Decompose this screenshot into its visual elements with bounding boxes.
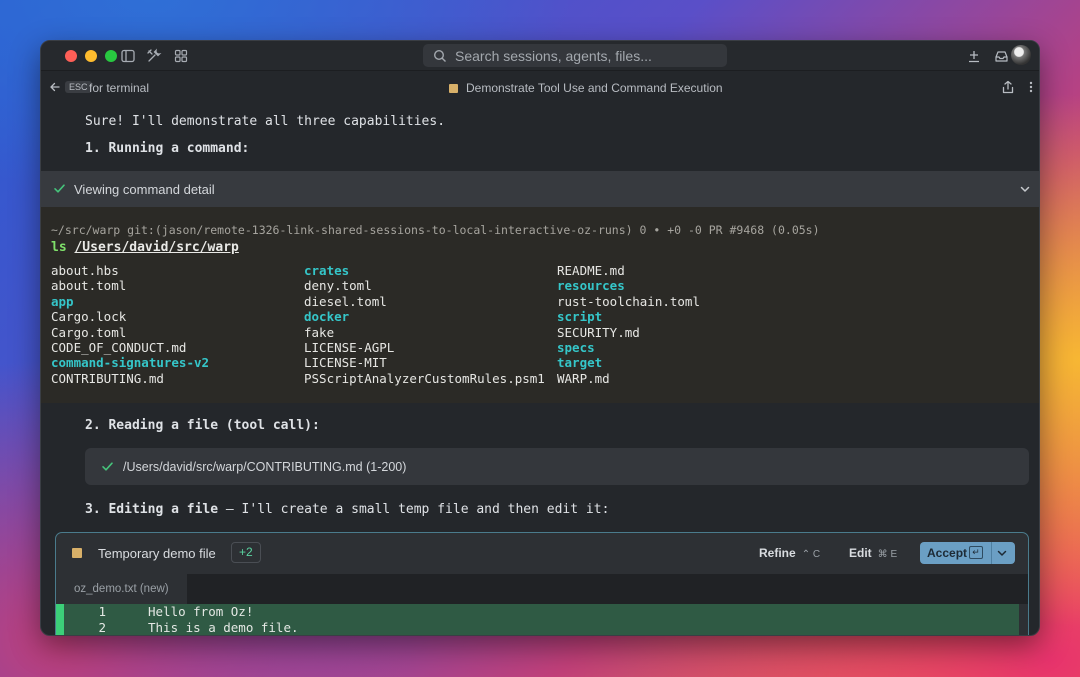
step-3-description: — I'll create a small temp file and then…	[218, 502, 610, 517]
ls-directory-entry[interactable]: resources	[557, 278, 700, 293]
file-status-icon	[72, 548, 82, 558]
sidebar-toggle-icon[interactable]	[120, 48, 136, 64]
step-1-heading: 1. Running a command:	[85, 141, 250, 156]
ls-file-entry[interactable]: PSScriptAnalyzerCustomRules.psm1	[304, 371, 545, 386]
accept-label: Accept	[927, 546, 968, 560]
file-tab[interactable]: oz_demo.txt (new)	[56, 574, 187, 604]
ls-file-entry[interactable]: diesel.toml	[304, 294, 545, 309]
edit-label: Edit	[849, 546, 872, 560]
agent-intro-text: Sure! I'll demonstrate all three capabil…	[85, 114, 446, 129]
avatar[interactable]	[1011, 45, 1031, 65]
edit-button[interactable]: Edit ⌘ E	[849, 546, 897, 560]
step-2-heading: 2. Reading a file (tool call):	[85, 418, 320, 433]
ls-directory-entry[interactable]: crates	[304, 263, 545, 278]
conversation-title: Demonstrate Tool Use and Command Executi…	[449, 81, 723, 95]
ls-file-entry[interactable]: WARP.md	[557, 371, 700, 386]
back-arrow-icon[interactable]	[49, 81, 63, 95]
diff-lines: 1 Hello from Oz! 2 This is a demo file.	[56, 604, 1019, 635]
ls-directory-entry[interactable]: script	[557, 309, 700, 324]
accept-button[interactable]: Accept ↵	[920, 542, 1015, 564]
ls-column-3: README.md resources rust-toolchain.toml scr…	[557, 263, 700, 386]
command-line: ls /Users/david/src/warp	[51, 240, 239, 255]
added-lines-badge: +2	[231, 542, 261, 563]
diff-added-line: 2 This is a demo file.	[56, 619, 1019, 635]
added-line-gutter	[56, 619, 64, 635]
refine-button[interactable]: Refine ⌃ C	[759, 546, 820, 560]
ls-file-entry[interactable]: LICENSE-AGPL	[304, 340, 545, 355]
ls-directory-entry[interactable]: docker	[304, 309, 545, 324]
share-icon[interactable]	[1001, 80, 1015, 97]
command-path[interactable]: /Users/david/src/warp	[74, 240, 238, 255]
conversation-title-text: Demonstrate Tool Use and Command Executi…	[466, 81, 723, 95]
close-window-button[interactable]	[65, 50, 77, 62]
zoom-window-button[interactable]	[105, 50, 117, 62]
inbox-icon[interactable]	[990, 45, 1012, 67]
diff-file-tabs: oz_demo.txt (new)	[56, 574, 1028, 604]
ls-file-entry[interactable]: about.toml	[51, 278, 209, 293]
grid-icon[interactable]	[173, 48, 189, 64]
check-icon	[101, 460, 114, 476]
ls-file-entry[interactable]: Cargo.toml	[51, 325, 209, 340]
ls-file-entry[interactable]: deny.toml	[304, 278, 545, 293]
diff-added-line: 1 Hello from Oz!	[56, 604, 1019, 620]
ls-directory-entry[interactable]: target	[557, 355, 700, 370]
ls-directory-entry[interactable]: command-signatures-v2	[51, 355, 209, 370]
search-input[interactable]: Search sessions, agents, files...	[423, 44, 727, 67]
diff-card: Temporary demo file +2 Refine ⌃ C Edit ⌘ E…	[55, 532, 1029, 635]
line-number: 1	[98, 604, 106, 619]
file-read-label: /Users/david/src/warp/CONTRIBUTING.md (1…	[123, 460, 407, 474]
line-content: This is a demo file.	[148, 619, 299, 635]
search-placeholder: Search sessions, agents, files...	[455, 47, 652, 64]
ls-file-entry[interactable]: CODE_OF_CONDUCT.md	[51, 340, 209, 355]
command-detail-label: Viewing command detail	[74, 182, 215, 197]
ls-file-entry[interactable]: about.hbs	[51, 263, 209, 278]
enter-key-icon: ↵	[969, 546, 983, 559]
esc-hint-label[interactable]: for terminal	[89, 81, 149, 95]
conversation-status-icon	[449, 83, 458, 93]
refine-shortcut: ⌃ C	[801, 549, 821, 560]
added-line-gutter	[56, 604, 64, 620]
minimize-window-button[interactable]	[85, 50, 97, 62]
check-icon	[53, 182, 66, 198]
search-icon	[433, 49, 446, 62]
ls-file-entry[interactable]: CONTRIBUTING.md	[51, 371, 209, 386]
file-read-tool-call[interactable]: /Users/david/src/warp/CONTRIBUTING.md (1…	[85, 448, 1029, 485]
more-options-icon[interactable]	[1029, 80, 1033, 97]
command-name: ls	[51, 240, 67, 255]
titlebar: Search sessions, agents, files...	[41, 41, 1039, 71]
ls-directory-entry[interactable]: app	[51, 294, 209, 309]
diff-card-header: Temporary demo file +2 Refine ⌃ C Edit ⌘ E…	[56, 533, 1028, 573]
new-session-icon[interactable]	[963, 45, 985, 67]
app-window: Search sessions, agents, files... ESC fo…	[40, 40, 1040, 636]
esc-key-hint: ESC	[65, 81, 92, 93]
edit-shortcut: ⌘ E	[877, 549, 898, 560]
ls-file-entry[interactable]: README.md	[557, 263, 700, 278]
chevron-down-icon[interactable]	[1019, 183, 1031, 198]
step-3-heading: 3. Editing a file — I'll create a small …	[85, 502, 609, 517]
ls-column-2: crates deny.toml diesel.toml docker fake LICE…	[304, 263, 545, 386]
accept-divider	[991, 542, 992, 564]
step-3-title: 3. Editing a file	[85, 502, 219, 517]
shell-prompt: ~/src/warp git:(jason/remote-1326-link-s…	[51, 223, 820, 237]
ls-file-entry[interactable]: Cargo.lock	[51, 309, 209, 324]
line-content: Hello from Oz!	[148, 604, 254, 619]
line-number: 2	[98, 619, 106, 635]
ls-column-1: about.hbs about.toml app Cargo.lock Cargo.to…	[51, 263, 209, 386]
ls-file-entry[interactable]: fake	[304, 325, 545, 340]
ls-file-entry[interactable]: rust-toolchain.toml	[557, 294, 700, 309]
accept-options-chevron-icon[interactable]	[996, 547, 1008, 562]
refine-label: Refine	[759, 546, 796, 560]
ls-file-entry[interactable]: SECURITY.md	[557, 325, 700, 340]
session-subbar: ESC for terminal Demonstrate Tool Use an…	[41, 71, 1039, 105]
ls-directory-entry[interactable]: specs	[557, 340, 700, 355]
command-detail-header[interactable]: Viewing command detail	[41, 171, 1039, 207]
ls-file-entry[interactable]: LICENSE-MIT	[304, 355, 545, 370]
tools-icon[interactable]	[146, 48, 162, 64]
command-output-block[interactable]: ~/src/warp git:(jason/remote-1326-link-s…	[41, 207, 1039, 403]
diff-card-title: Temporary demo file	[98, 546, 216, 561]
